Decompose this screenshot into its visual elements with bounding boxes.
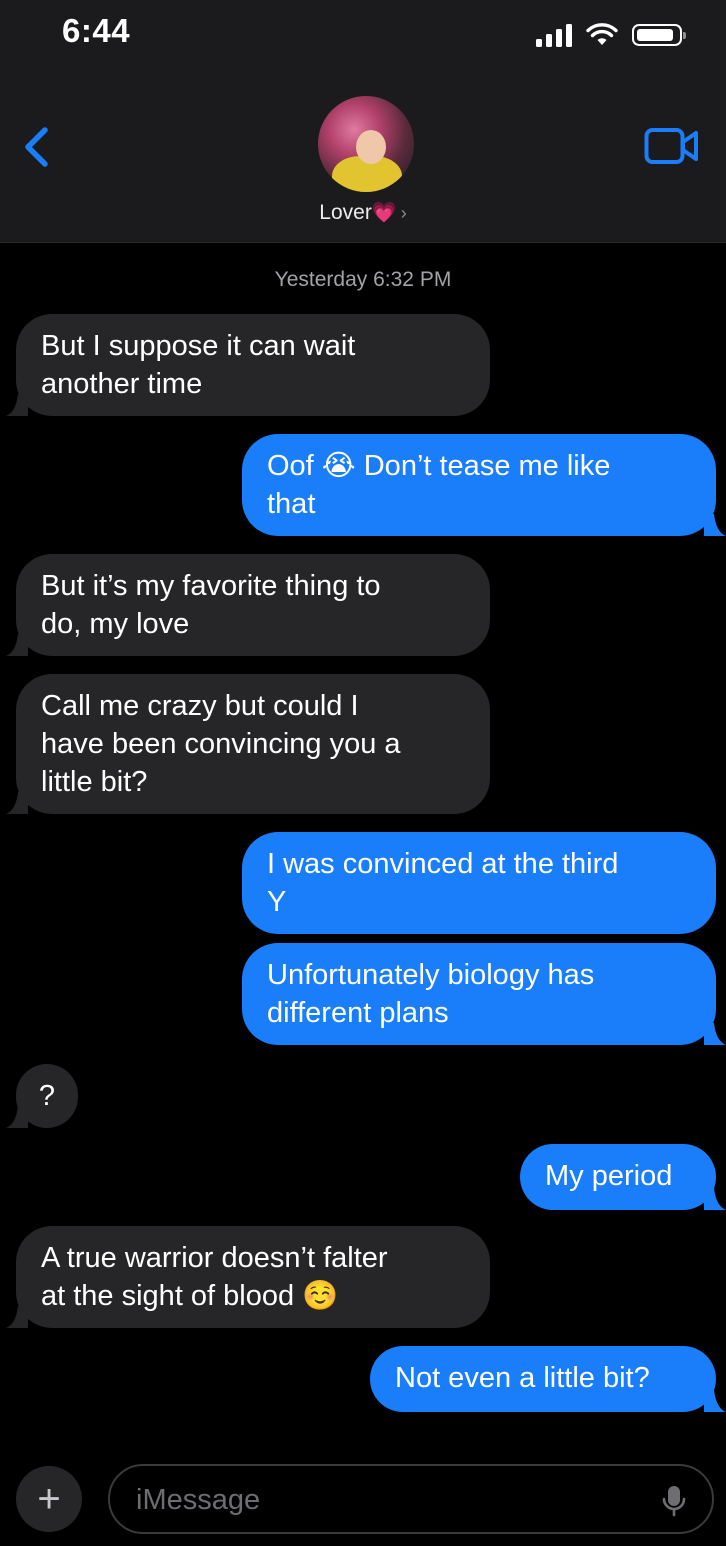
heart-emoji: 💗: [371, 202, 397, 224]
contact-avatar[interactable]: [318, 96, 414, 192]
contact-name-button[interactable]: Lover💗 ›: [0, 200, 726, 225]
wifi-icon: [586, 23, 618, 45]
message-line: Not even a little bit?: [395, 1362, 650, 1394]
message-line: Y: [267, 886, 287, 918]
message-line: I was convinced at the third: [267, 848, 619, 880]
message-line: But it’s my favorite thing to: [41, 570, 381, 602]
bubble-tail: [6, 1106, 28, 1128]
chevron-right-icon: ›: [400, 203, 407, 223]
message-bubble-incoming[interactable]: ?: [6, 1064, 78, 1128]
message-input-container[interactable]: [108, 1464, 714, 1534]
message-bubble-outgoing[interactable]: Unfortunately biology has different plan…: [242, 943, 726, 1045]
video-camera-icon: [644, 128, 698, 164]
message-bubble-incoming[interactable]: But it’s my favorite thing to do, my lov…: [6, 554, 490, 656]
message-line: different plans: [267, 997, 449, 1029]
bubble-tail: [6, 1306, 28, 1328]
bubble-tail: [6, 792, 28, 814]
message-line: Unfortunately biology has: [267, 959, 595, 991]
message-line: Oof 😭 Don’t tease me like: [267, 450, 611, 482]
message-line: Call me crazy but could I: [41, 690, 359, 722]
message-bubble-incoming[interactable]: But I suppose it can wait another time: [6, 314, 490, 416]
message-input[interactable]: [134, 1466, 638, 1534]
message-line: My period: [545, 1160, 673, 1192]
plus-icon: +: [37, 1476, 61, 1521]
message-bubble-outgoing[interactable]: My period: [520, 1144, 726, 1210]
message-line: that: [267, 488, 316, 520]
contact-name: Lover: [319, 201, 372, 224]
bubble-tail: [6, 394, 28, 416]
message-bubble-outgoing[interactable]: Not even a little bit?: [370, 1346, 726, 1412]
chevron-left-icon: [25, 127, 48, 167]
back-button[interactable]: [14, 122, 64, 172]
message-bubble-outgoing[interactable]: Oof 😭 Don’t tease me like that: [242, 434, 726, 536]
message-timestamp: Yesterday 6:32 PM: [274, 268, 452, 291]
apps-plus-button[interactable]: +: [16, 1466, 82, 1532]
message-line: A true warrior doesn’t falter: [41, 1242, 388, 1274]
bubble-tail: [704, 1390, 726, 1412]
status-icons: [536, 20, 686, 50]
message-bubble-outgoing[interactable]: I was convinced at the third Y: [242, 832, 716, 934]
bubble-tail: [704, 1023, 726, 1045]
microphone-icon[interactable]: [662, 1484, 686, 1518]
message-line: have been convincing you a: [41, 728, 401, 760]
message-line: do, my love: [41, 608, 190, 640]
conversation-header: 6:44 Lover💗 ›: [0, 0, 726, 243]
battery-icon: [632, 24, 686, 46]
status-time: 6:44: [62, 12, 131, 49]
bubble-tail: [6, 634, 28, 656]
message-line: little bit?: [41, 766, 148, 798]
message-line: But I suppose it can wait: [41, 330, 356, 362]
cellular-signal-icon: [536, 23, 572, 47]
message-line: another time: [41, 368, 203, 400]
bubble-tail: [704, 514, 726, 536]
message-line: at the sight of blood ☺️: [41, 1280, 339, 1312]
message-bubble-incoming[interactable]: A true warrior doesn’t falter at the sig…: [6, 1226, 490, 1328]
message-bubble-incoming[interactable]: Call me crazy but could I have been conv…: [6, 674, 490, 814]
bubble-tail: [704, 1188, 726, 1210]
video-call-button[interactable]: [644, 126, 700, 166]
